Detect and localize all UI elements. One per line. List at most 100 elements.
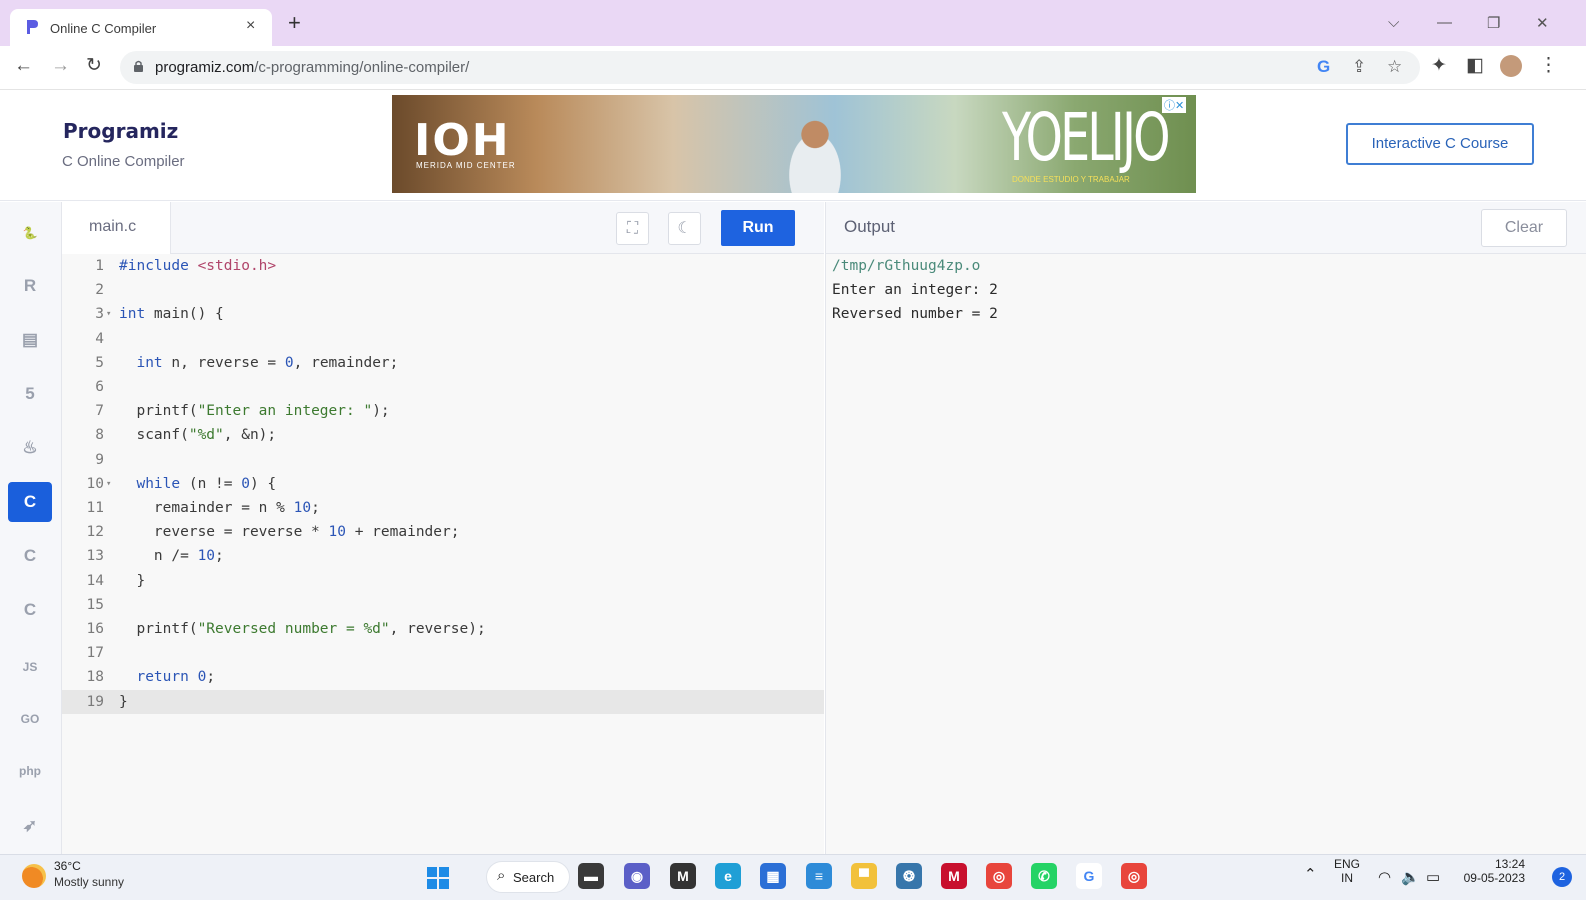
clear-button[interactable]: Clear bbox=[1481, 209, 1567, 247]
rail-item-python[interactable]: 🐍 bbox=[8, 212, 52, 252]
code-line[interactable]: 19} bbox=[62, 689, 824, 714]
rail-item-go[interactable]: GO bbox=[8, 698, 52, 738]
code-line[interactable]: 3 ▾ int main() { bbox=[62, 302, 824, 326]
weather-sun-icon[interactable] bbox=[22, 864, 46, 888]
code-line[interactable]: 18 return 0; bbox=[62, 665, 824, 689]
app-icon[interactable]: ≡ bbox=[806, 863, 832, 889]
google-icon[interactable]: G bbox=[1076, 863, 1102, 889]
rail-item-swift[interactable]: ➶ bbox=[8, 806, 52, 846]
rail-item-html[interactable]: 5 bbox=[8, 374, 52, 414]
mcafee-icon[interactable]: M bbox=[941, 863, 967, 889]
wifi-icon[interactable]: ◠ bbox=[1378, 868, 1391, 886]
show-hidden-icons-chevron-icon[interactable]: ⌃ bbox=[1304, 865, 1317, 883]
ad-choices-close-icon[interactable]: ⓘ✕ bbox=[1162, 97, 1187, 113]
edge-icon[interactable]: e bbox=[715, 863, 741, 889]
bookmark-star-icon[interactable]: ☆ bbox=[1387, 57, 1402, 77]
fullscreen-button[interactable]: ⛶ bbox=[616, 212, 649, 245]
rail-item-r[interactable]: R bbox=[8, 266, 52, 306]
run-button[interactable]: Run bbox=[721, 210, 795, 246]
address-bar[interactable]: programiz.com/c-programming/online-compi… bbox=[120, 51, 1420, 84]
rail-item-php[interactable]: php bbox=[8, 750, 52, 790]
volume-icon[interactable]: 🔈 bbox=[1401, 868, 1420, 886]
reload-icon[interactable]: ↻ bbox=[86, 56, 102, 76]
rail-item-js[interactable]: JS bbox=[8, 646, 52, 686]
dark-mode-button[interactable]: ☾ bbox=[668, 212, 701, 245]
line-number: 19 bbox=[86, 693, 104, 710]
rail-item-csharp[interactable]: C bbox=[8, 590, 52, 630]
google-translate-icon[interactable]: G bbox=[1317, 57, 1330, 77]
code-line[interactable]: 4 bbox=[62, 327, 824, 351]
code-text: int n, reverse = 0, remainder; bbox=[136, 354, 399, 371]
tab-search-chevron-icon[interactable]: ⌵ bbox=[1388, 14, 1399, 31]
code-text: while (n != 0) { bbox=[136, 475, 277, 492]
browser-toolbar: ← → ↻ programiz.com/c-programming/online… bbox=[0, 46, 1586, 90]
new-tab-button[interactable]: + bbox=[288, 12, 301, 34]
file-explorer-icon[interactable]: ▬ bbox=[578, 863, 604, 889]
window-close-icon[interactable]: ✕ bbox=[1536, 14, 1549, 32]
code-line[interactable]: 6 bbox=[62, 375, 824, 399]
code-line[interactable]: 14 } bbox=[62, 569, 824, 593]
line-number: 16 bbox=[86, 621, 104, 637]
rail-item-cpp[interactable]: C bbox=[8, 536, 52, 576]
code-line[interactable]: 16 printf("Reversed number = %d", revers… bbox=[62, 617, 824, 641]
swift-icon: ➶ bbox=[22, 816, 38, 835]
code-line[interactable]: 17 bbox=[62, 641, 824, 665]
code-line[interactable]: 1 #include <stdio.h> bbox=[62, 254, 824, 278]
fold-arrow-icon[interactable]: ▾ bbox=[106, 472, 111, 496]
close-tab-icon[interactable]: × bbox=[246, 17, 255, 35]
file-tab-label: main.c bbox=[89, 218, 137, 235]
code-line[interactable]: 7 printf("Enter an integer: "); bbox=[62, 399, 824, 423]
rail-item-c[interactable]: C bbox=[8, 482, 52, 522]
clock[interactable]: 13:24 09-05-2023 bbox=[1455, 857, 1525, 885]
advertisement-banner[interactable]: IOH MERIDA MID CENTER YOELIJO DONDE ESTU… bbox=[392, 95, 1196, 193]
share-icon[interactable]: ⇪ bbox=[1352, 57, 1366, 77]
browser-tab[interactable]: Online C Compiler × bbox=[10, 9, 272, 46]
line-number: 5 bbox=[95, 354, 104, 371]
python-app-icon[interactable]: ❂ bbox=[896, 863, 922, 889]
ad-person-image bbox=[770, 103, 860, 193]
back-arrow-icon[interactable]: ← bbox=[14, 56, 33, 76]
code-line[interactable]: 12 reverse = reverse * 10 + remainder; bbox=[62, 520, 824, 544]
battery-icon[interactable]: ▭ bbox=[1426, 868, 1440, 886]
code-line[interactable]: 2 bbox=[62, 278, 824, 302]
language-indicator[interactable]: ENG IN bbox=[1334, 857, 1360, 885]
windows-start-icon[interactable] bbox=[426, 866, 450, 890]
m-app-icon[interactable]: M bbox=[670, 863, 696, 889]
restore-icon[interactable]: ❐ bbox=[1487, 14, 1500, 32]
code-editor[interactable]: 1 #include <stdio.h> 2 3 ▾ int main() {4 5 int… bbox=[62, 254, 824, 854]
whatsapp-icon[interactable]: ✆ bbox=[1031, 863, 1057, 889]
programiz-logo[interactable]: Programiz bbox=[63, 119, 178, 143]
taskbar-search[interactable]: ⌕ Search bbox=[486, 861, 570, 893]
teams-chat-icon[interactable]: ◉ bbox=[624, 863, 650, 889]
code-line[interactable]: 11 remainder = n % 10; bbox=[62, 496, 824, 520]
minimize-icon[interactable]: — bbox=[1437, 14, 1452, 31]
html5-icon: 5 bbox=[25, 384, 35, 403]
store-icon[interactable]: ▦ bbox=[760, 863, 786, 889]
notification-badge[interactable]: 2 bbox=[1552, 867, 1572, 887]
site-header: Programiz C Online Compiler IOH MERIDA M… bbox=[0, 91, 1586, 201]
interactive-course-button[interactable]: Interactive C Course bbox=[1346, 123, 1534, 165]
line-number: 9 bbox=[95, 451, 104, 468]
folder-icon[interactable]: ▀ bbox=[851, 863, 877, 889]
c-icon: C bbox=[23, 492, 37, 511]
chrome-profile-icon[interactable]: ◎ bbox=[1121, 863, 1147, 889]
side-panel-icon[interactable]: ◧ bbox=[1466, 56, 1484, 76]
fold-arrow-icon[interactable]: ▾ bbox=[106, 302, 111, 326]
forward-arrow-icon[interactable]: → bbox=[51, 56, 70, 76]
profile-avatar[interactable] bbox=[1500, 55, 1522, 77]
code-line[interactable]: 15 bbox=[62, 593, 824, 617]
code-line[interactable]: 9 bbox=[62, 448, 824, 472]
file-tab-main[interactable]: main.c bbox=[62, 202, 171, 254]
rail-item-java[interactable]: ♨ bbox=[8, 428, 52, 468]
url-text: programiz.com/c-programming/online-compi… bbox=[155, 59, 470, 76]
ad-slogan: YOELIJO bbox=[1002, 99, 1170, 176]
rail-item-sql[interactable]: ▤ bbox=[8, 320, 52, 360]
code-line[interactable]: 5 int n, reverse = 0, remainder; bbox=[62, 351, 824, 375]
chrome-icon[interactable]: ◎ bbox=[986, 863, 1012, 889]
browser-menu-icon[interactable]: ⋮ bbox=[1539, 56, 1558, 76]
code-line[interactable]: 10 ▾ while (n != 0) { bbox=[62, 472, 824, 496]
extensions-puzzle-icon[interactable]: ✦ bbox=[1431, 56, 1447, 76]
code-line[interactable]: 8 scanf("%d", &n); bbox=[62, 423, 824, 447]
code-text: #include <stdio.h> bbox=[119, 258, 277, 274]
code-line[interactable]: 13 n /= 10; bbox=[62, 544, 824, 568]
